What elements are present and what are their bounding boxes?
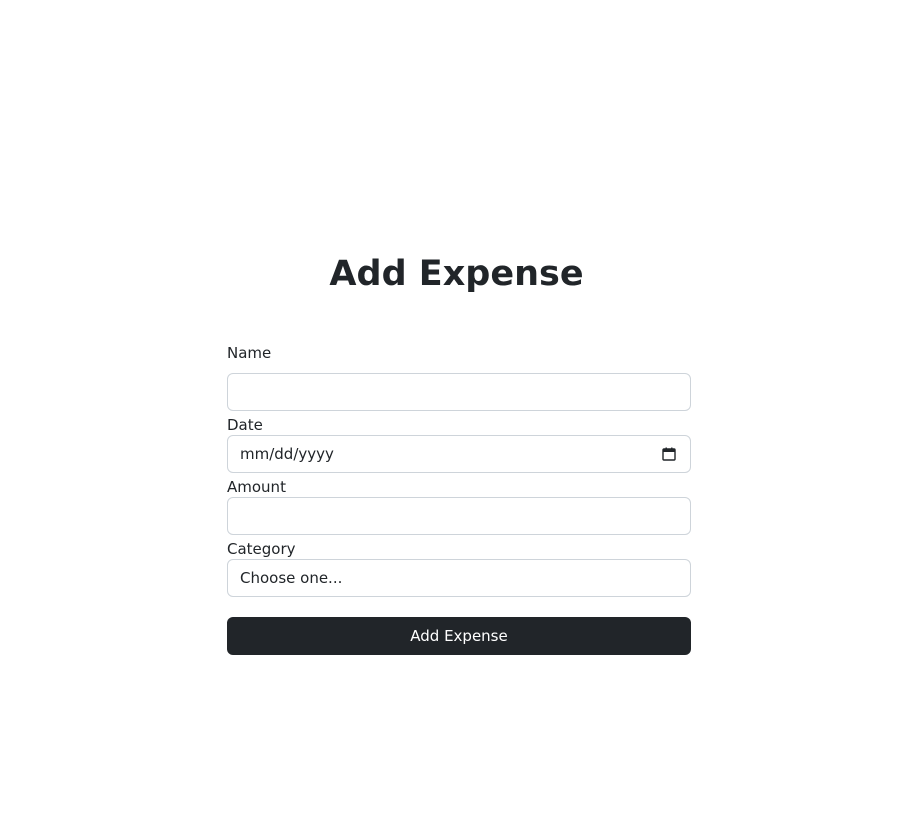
category-select[interactable]: Choose one... bbox=[227, 559, 691, 597]
page: Add Expense Name Date mm/dd/yyyy Amount … bbox=[0, 0, 913, 820]
date-label: Date bbox=[227, 416, 263, 434]
date-input-placeholder: mm/dd/yyyy bbox=[240, 445, 334, 463]
name-input[interactable] bbox=[227, 373, 691, 411]
date-input[interactable]: mm/dd/yyyy bbox=[227, 435, 691, 473]
name-label: Name bbox=[227, 344, 272, 362]
category-selected-value: Choose one... bbox=[240, 569, 343, 587]
amount-label: Amount bbox=[227, 478, 286, 496]
amount-input[interactable] bbox=[227, 497, 691, 535]
calendar-icon[interactable] bbox=[662, 447, 676, 461]
add-expense-form: Name Date mm/dd/yyyy Amount Category Cho… bbox=[227, 343, 691, 655]
add-expense-button[interactable]: Add Expense bbox=[227, 617, 691, 655]
page-title: Add Expense bbox=[329, 254, 584, 294]
category-label: Category bbox=[227, 540, 296, 558]
